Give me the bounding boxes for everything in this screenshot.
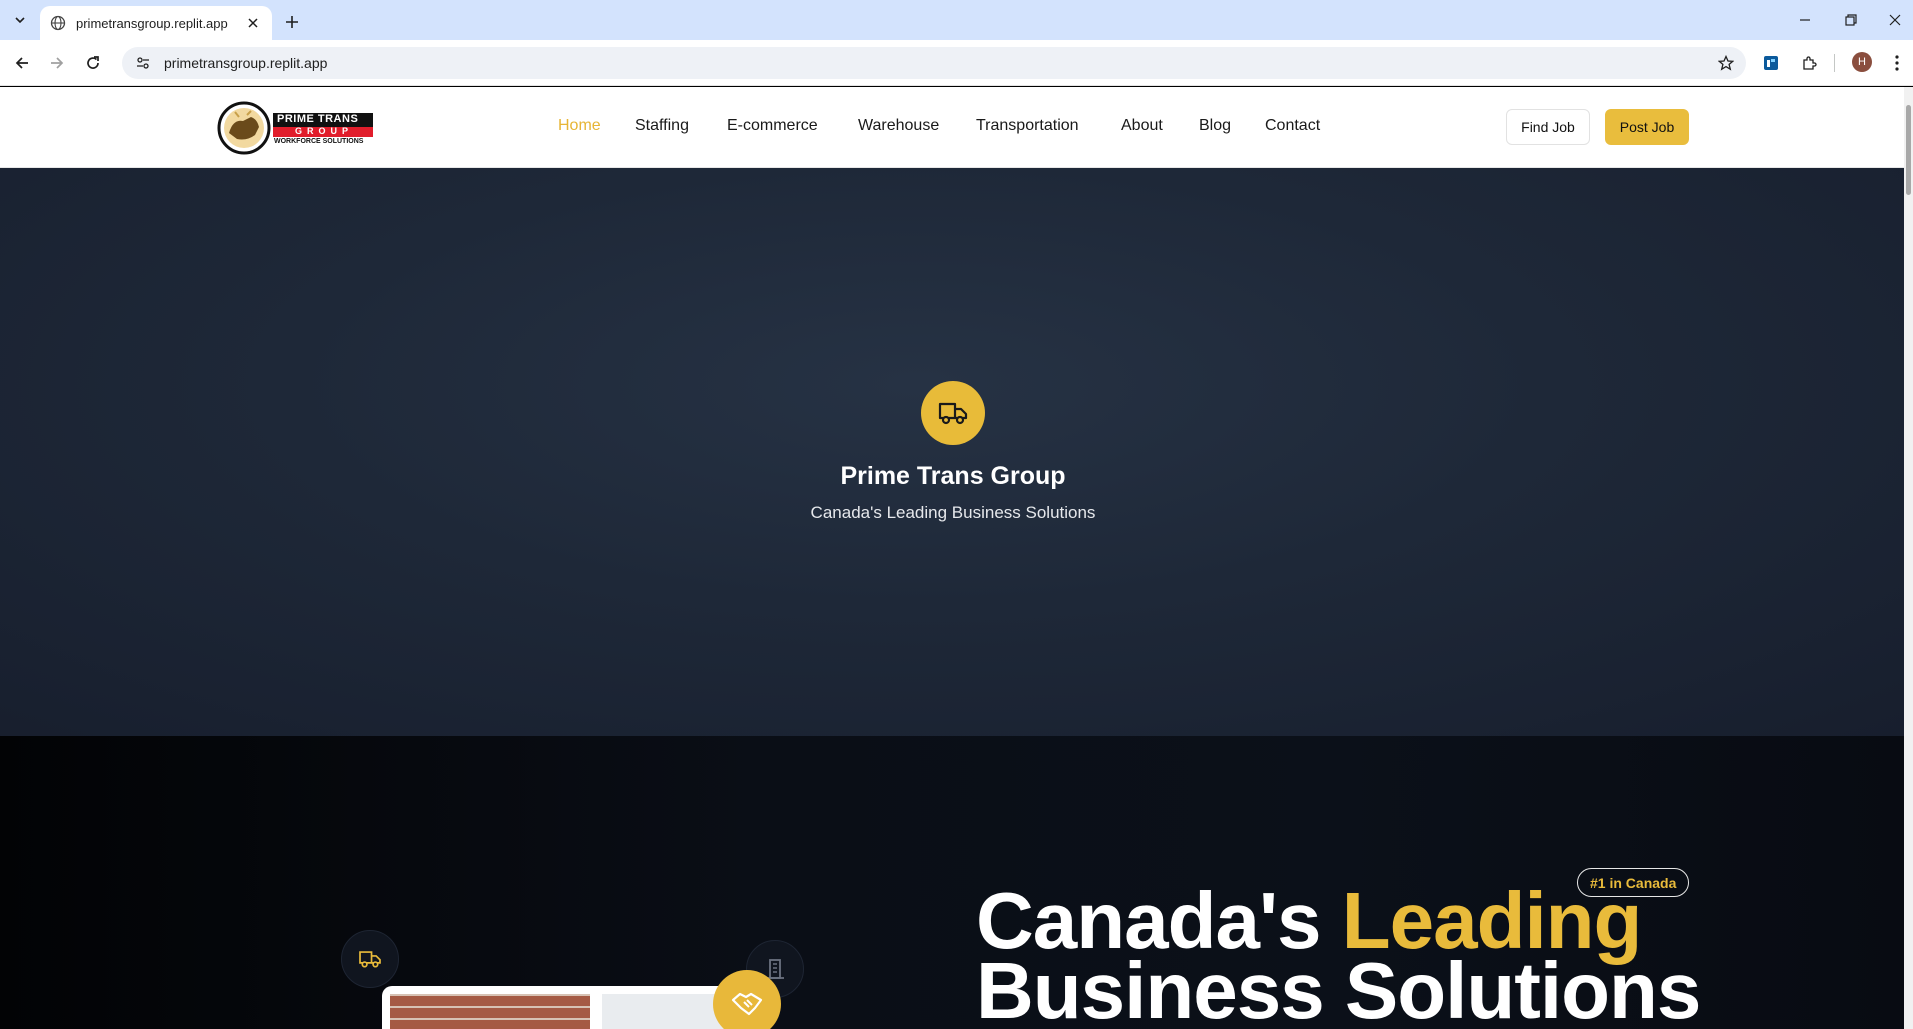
reload-icon [87,56,99,69]
nav-warehouse[interactable]: Warehouse [858,117,939,135]
minimize-button[interactable] [1783,6,1827,34]
address-bar[interactable]: primetransgroup.replit.app [122,47,1746,79]
extension-icon[interactable] [1758,50,1784,76]
menu-kebab-icon[interactable] [1884,50,1910,76]
bookmark-star-icon[interactable] [1712,49,1740,77]
nav-ecommerce[interactable]: E-commerce [727,117,818,135]
post-job-button[interactable]: Post Job [1605,109,1689,145]
truck-float-icon [341,930,399,988]
url-text: primetransgroup.replit.app [164,55,328,71]
page-scrollbar[interactable] [1904,87,1913,1029]
tab-title: primetransgroup.replit.app [76,15,228,31]
toolbar-divider [1834,54,1835,72]
splash-subtitle: Canada's Leading Business Solutions [810,503,1096,522]
nav-home[interactable]: Home [558,117,601,135]
hero-section: #1 in Canada Canada's Leading Business S… [0,736,1913,1029]
browser-tab[interactable]: primetransgroup.replit.app [40,6,272,40]
profile-avatar[interactable]: H [1852,52,1872,72]
nav-contact[interactable]: Contact [1265,117,1320,135]
close-icon [1889,14,1901,26]
site-header: PRIME TRANS GROUP WORKFORCE SOLUTIONS Ho… [0,87,1913,168]
nav-about[interactable]: About [1121,117,1163,135]
new-tab-button[interactable] [280,10,304,34]
chevron-down-icon [15,17,25,24]
reload-button[interactable] [79,49,107,77]
puzzle-icon[interactable] [1796,50,1822,76]
arrow-left-icon [15,57,28,69]
site-info-icon[interactable] [132,52,154,74]
back-button[interactable] [8,49,36,77]
truck-icon [921,381,985,445]
splash-section: Prime Trans Group Canada's Leading Busin… [0,168,1913,736]
nav-blog[interactable]: Blog [1199,117,1231,135]
minimize-icon [1800,19,1810,21]
tab-search-button[interactable] [6,8,34,32]
tab-close-icon[interactable] [244,14,262,32]
globe-icon [50,15,66,31]
find-job-button[interactable]: Find Job [1506,109,1590,145]
handshake-icon [713,970,781,1029]
brick-wall-image [390,994,590,1029]
browser-toolbar: primetransgroup.replit.app H [0,40,1913,86]
arrow-right-icon [51,57,64,69]
hero-headline: Canada's Leading Business Solutions [976,881,1701,1029]
browser-tabstrip: primetransgroup.replit.app [0,0,1913,40]
scrollbar-thumb[interactable] [1906,105,1911,195]
hero-image [382,986,762,1029]
nav-staffing[interactable]: Staffing [635,117,689,135]
restore-icon [1845,14,1857,26]
nav-transportation[interactable]: Transportation [976,117,1079,135]
headline-line2: Business Solutions [976,946,1701,1029]
plus-icon [286,16,298,28]
forward-button[interactable] [43,49,71,77]
close-window-button[interactable] [1873,6,1913,34]
splash-title: Prime Trans Group [840,462,1066,490]
restore-button[interactable] [1829,6,1873,34]
